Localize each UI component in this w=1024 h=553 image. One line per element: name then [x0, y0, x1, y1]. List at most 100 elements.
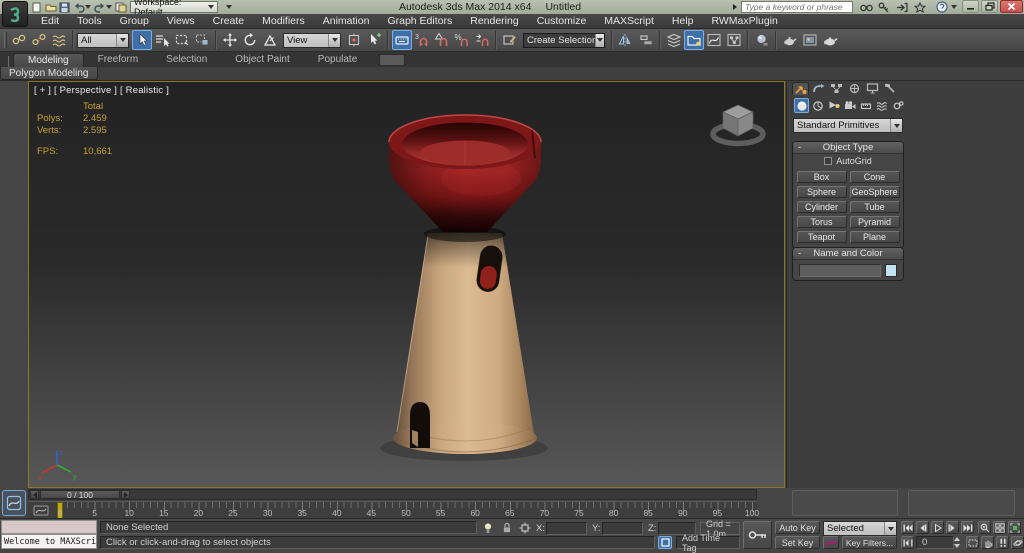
menu-item-modifiers[interactable]: Modifiers — [253, 14, 314, 29]
menu-item-create[interactable]: Create — [204, 14, 254, 29]
menu-item-views[interactable]: Views — [158, 14, 204, 29]
ribbon-config-icon[interactable] — [379, 54, 405, 66]
object-type-cone-button[interactable]: Cone — [850, 171, 900, 183]
use-pivot-point-center-button[interactable] — [344, 30, 364, 50]
orbit-maximize-icon[interactable] — [1011, 536, 1024, 549]
menu-item-graph-editors[interactable]: Graph Editors — [378, 14, 461, 29]
named-selection-set-dropdown[interactable]: Create Selection Se — [523, 33, 605, 48]
object-type-teapot-button[interactable]: Teapot — [797, 231, 847, 243]
select-and-rotate-button[interactable] — [240, 30, 260, 50]
curve-editor-button[interactable] — [704, 30, 724, 50]
autogrid-checkbox[interactable] — [824, 157, 832, 165]
menu-item-rwmaxplugin[interactable]: RWMaxPlugin — [703, 14, 787, 29]
object-name-field[interactable] — [799, 264, 881, 277]
project-folder-icon[interactable] — [114, 1, 127, 13]
ribbon-grip[interactable] — [8, 56, 11, 67]
transform-gizmo-icon[interactable] — [517, 521, 533, 534]
maxscript-mini-listener-macro[interactable] — [1, 520, 97, 534]
quick-access-customize-icon[interactable] — [222, 1, 235, 13]
default-tangent-icon[interactable] — [823, 536, 839, 549]
communication-key-icon[interactable] — [876, 1, 892, 13]
y-coord-field[interactable] — [602, 522, 643, 535]
save-file-icon[interactable] — [58, 1, 71, 13]
tab-hierarchy[interactable] — [828, 82, 845, 95]
render-setup-button[interactable] — [780, 30, 800, 50]
object-type-sphere-button[interactable]: Sphere — [797, 186, 847, 198]
spinner-snap-toggle-button[interactable] — [472, 30, 492, 50]
menu-item-tools[interactable]: Tools — [68, 14, 111, 29]
infocenter-arrow-icon[interactable] — [730, 1, 739, 13]
selection-filter-dropdown[interactable]: All — [77, 33, 129, 48]
object-type-torus-button[interactable]: Torus — [797, 216, 847, 228]
time-slider[interactable]: 0 / 100 — [28, 489, 757, 500]
key-filters-button[interactable]: Key Filters... — [842, 536, 897, 549]
tab-modify[interactable] — [810, 82, 827, 95]
select-object-button[interactable] — [132, 30, 152, 50]
select-by-name-button[interactable] — [152, 30, 172, 50]
minimize-button[interactable] — [962, 0, 979, 13]
toolbar-grip[interactable] — [4, 32, 7, 48]
category-helpers[interactable] — [858, 98, 873, 113]
snap-toggle-3d-button[interactable]: 3 — [412, 30, 432, 50]
ribbon-tab-modeling[interactable]: Modeling — [13, 53, 84, 67]
walk-through-icon[interactable] — [996, 536, 1009, 549]
object-type-plane-button[interactable]: Plane — [850, 231, 900, 243]
pan-view-icon[interactable] — [981, 536, 994, 549]
select-and-move-button[interactable] — [220, 30, 240, 50]
rendered-frame-window-button[interactable] — [800, 30, 820, 50]
ribbon-tab-object-paint[interactable]: Object Paint — [221, 53, 303, 67]
object-type-box-button[interactable]: Box — [797, 171, 847, 183]
workspace-dropdown[interactable]: Workspace: Default — [130, 1, 218, 13]
object-color-swatch[interactable] — [885, 264, 897, 277]
render-production-button[interactable] — [820, 30, 840, 50]
primitives-category-dropdown[interactable]: Standard Primitives — [793, 118, 903, 133]
category-space-warps[interactable] — [874, 98, 889, 113]
menu-item-maxscript[interactable]: MAXScript — [595, 14, 663, 29]
ribbon-tab-freeform[interactable]: Freeform — [84, 53, 153, 67]
open-mini-curve-editor-icon[interactable] — [33, 505, 49, 516]
tab-motion[interactable] — [846, 82, 863, 95]
set-key-button[interactable]: Set Key — [775, 536, 820, 549]
toggle-ribbon-button[interactable] — [684, 30, 704, 50]
time-slider-prev-icon[interactable] — [30, 490, 39, 499]
category-lights[interactable] — [826, 98, 841, 113]
reference-coordinate-dropdown[interactable]: View — [283, 33, 341, 48]
layer-manager-button[interactable] — [664, 30, 684, 50]
edit-named-selection-sets-button[interactable] — [500, 30, 520, 50]
previous-frame-button[interactable] — [916, 521, 929, 534]
window-crossing-button[interactable] — [192, 30, 212, 50]
current-frame-field[interactable]: 0 — [916, 536, 954, 549]
x-coord-field[interactable] — [546, 522, 587, 535]
category-shapes[interactable] — [810, 98, 825, 113]
schematic-view-button[interactable] — [724, 30, 744, 50]
close-button[interactable] — [1000, 0, 1023, 13]
viewport-label[interactable]: [ + ] [ Perspective ] [ Realistic ] — [34, 85, 169, 96]
select-and-manipulate-button[interactable] — [364, 30, 384, 50]
menu-item-customize[interactable]: Customize — [528, 14, 596, 29]
select-and-scale-button[interactable] — [260, 30, 280, 50]
go-to-end-button[interactable] — [961, 521, 974, 534]
play-animation-button[interactable] — [931, 521, 944, 534]
unlink-selection-icon[interactable] — [29, 30, 49, 50]
angle-snap-toggle-button[interactable] — [432, 30, 452, 50]
zoom-all-icon[interactable] — [993, 521, 1006, 534]
zoom-extents-icon[interactable] — [1008, 521, 1021, 534]
tab-utilities[interactable] — [882, 82, 899, 95]
go-to-start-button[interactable] — [901, 521, 914, 534]
rectangular-selection-region-button[interactable] — [172, 30, 192, 50]
align-button[interactable] — [636, 30, 656, 50]
time-tag-icon[interactable] — [658, 536, 672, 549]
search-binoculars-icon[interactable] — [858, 1, 874, 13]
set-keys-button[interactable] — [743, 521, 772, 549]
frame-spinner[interactable] — [954, 536, 962, 549]
material-editor-button[interactable] — [752, 30, 772, 50]
object-type-geosphere-button[interactable]: GeoSphere — [850, 186, 900, 198]
help-icon[interactable] — [934, 1, 950, 13]
favorites-star-icon[interactable] — [912, 1, 928, 13]
object-type-pyramid-button[interactable]: Pyramid — [850, 216, 900, 228]
ribbon-tab-populate[interactable]: Populate — [304, 53, 371, 67]
menu-item-animation[interactable]: Animation — [314, 14, 379, 29]
time-slider-handle[interactable]: 0 / 100 — [40, 490, 120, 499]
new-scene-icon[interactable] — [30, 1, 43, 13]
key-filter-selected-dropdown[interactable]: Selected — [823, 521, 897, 536]
